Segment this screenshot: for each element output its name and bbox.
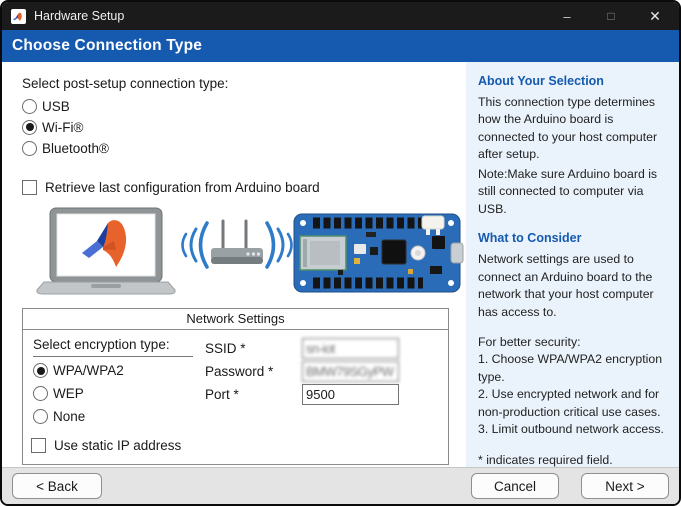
retrieve-config-checkbox[interactable] <box>22 180 37 195</box>
retrieve-config-label: Retrieve last configuration from Arduino… <box>45 180 320 195</box>
hardware-setup-window: Hardware Setup – □ ✕ Choose Connection T… <box>0 0 681 506</box>
about-selection-body: This connection type determines how the … <box>478 94 669 164</box>
password-label: Password * <box>205 364 302 379</box>
static-ip-label: Use static IP address <box>54 438 181 453</box>
none-radio[interactable] <box>33 409 48 424</box>
usb-radio[interactable] <box>22 99 37 114</box>
bluetooth-radio[interactable] <box>22 141 37 156</box>
close-icon[interactable]: ✕ <box>633 2 677 30</box>
network-settings-title: Network Settings <box>23 309 448 330</box>
port-label: Port * <box>205 387 302 402</box>
encryption-type-label: Select encryption type: <box>33 337 193 357</box>
port-input[interactable] <box>302 384 399 405</box>
page-title: Choose Connection Type <box>12 37 202 55</box>
static-ip-row[interactable]: Use static IP address <box>31 436 448 454</box>
wifi-signal-right-icon <box>267 223 292 267</box>
connection-illustration <box>36 206 466 301</box>
required-field-note: * indicates required field. <box>478 452 669 467</box>
radio-option-bluetooth[interactable]: Bluetooth® <box>22 138 466 158</box>
wifi-radio[interactable] <box>22 120 37 135</box>
static-ip-checkbox[interactable] <box>31 438 46 453</box>
footer-bar: < Back Cancel Next > <box>2 467 679 504</box>
radio-option-none[interactable]: None <box>33 407 201 426</box>
security-item-2: 2. Use encrypted network and for non-pro… <box>478 386 669 421</box>
bluetooth-radio-label: Bluetooth® <box>42 141 109 156</box>
what-to-consider-body: Network settings are used to connect an … <box>478 251 669 321</box>
usb-radio-label: USB <box>42 99 70 114</box>
minimize-icon[interactable]: – <box>545 2 589 30</box>
main-panel: Select post-setup connection type: USB W… <box>2 62 466 467</box>
security-item-1: 1. Choose WPA/WPA2 encryption type. <box>478 351 669 386</box>
title-bar: Hardware Setup – □ ✕ <box>2 2 679 30</box>
wep-radio-label: WEP <box>53 386 84 401</box>
ssid-input[interactable] <box>302 338 399 359</box>
matlab-app-icon <box>11 9 26 24</box>
window-title: Hardware Setup <box>34 9 545 23</box>
wpa-radio[interactable] <box>33 363 48 378</box>
radio-option-usb[interactable]: USB <box>22 96 466 116</box>
network-settings-panel: Network Settings Select encryption type:… <box>22 308 449 465</box>
connection-type-label: Select post-setup connection type: <box>22 76 466 91</box>
arduino-board-icon <box>294 214 463 292</box>
about-selection-note: Note:Make sure Arduino board is still co… <box>478 166 669 218</box>
security-intro: For better security: <box>478 334 669 351</box>
page-header: Choose Connection Type <box>2 30 679 62</box>
radio-option-wep[interactable]: WEP <box>33 384 201 403</box>
password-input[interactable] <box>302 361 399 382</box>
retrieve-config-row[interactable]: Retrieve last configuration from Arduino… <box>22 178 466 196</box>
help-sidebar: About Your Selection This connection typ… <box>466 62 679 467</box>
none-radio-label: None <box>53 409 85 424</box>
next-button[interactable]: Next > <box>581 473 669 499</box>
what-to-consider-heading: What to Consider <box>478 231 669 245</box>
wifi-radio-label: Wi-Fi® <box>42 120 83 135</box>
about-selection-heading: About Your Selection <box>478 74 669 88</box>
wep-radio[interactable] <box>33 386 48 401</box>
radio-option-wpa[interactable]: WPA/WPA2 <box>33 361 201 380</box>
security-item-3: 3. Limit outbound network access. <box>478 421 669 438</box>
ssid-label: SSID * <box>205 341 302 356</box>
radio-option-wifi[interactable]: Wi-Fi® <box>22 117 466 137</box>
maximize-icon[interactable]: □ <box>589 2 633 30</box>
wifi-signal-left-icon <box>183 223 208 267</box>
window-controls: – □ ✕ <box>545 2 679 30</box>
wpa-radio-label: WPA/WPA2 <box>53 363 124 378</box>
back-button[interactable]: < Back <box>12 473 102 499</box>
laptop-icon <box>37 208 175 294</box>
router-icon <box>211 221 263 264</box>
cancel-button[interactable]: Cancel <box>471 473 559 499</box>
